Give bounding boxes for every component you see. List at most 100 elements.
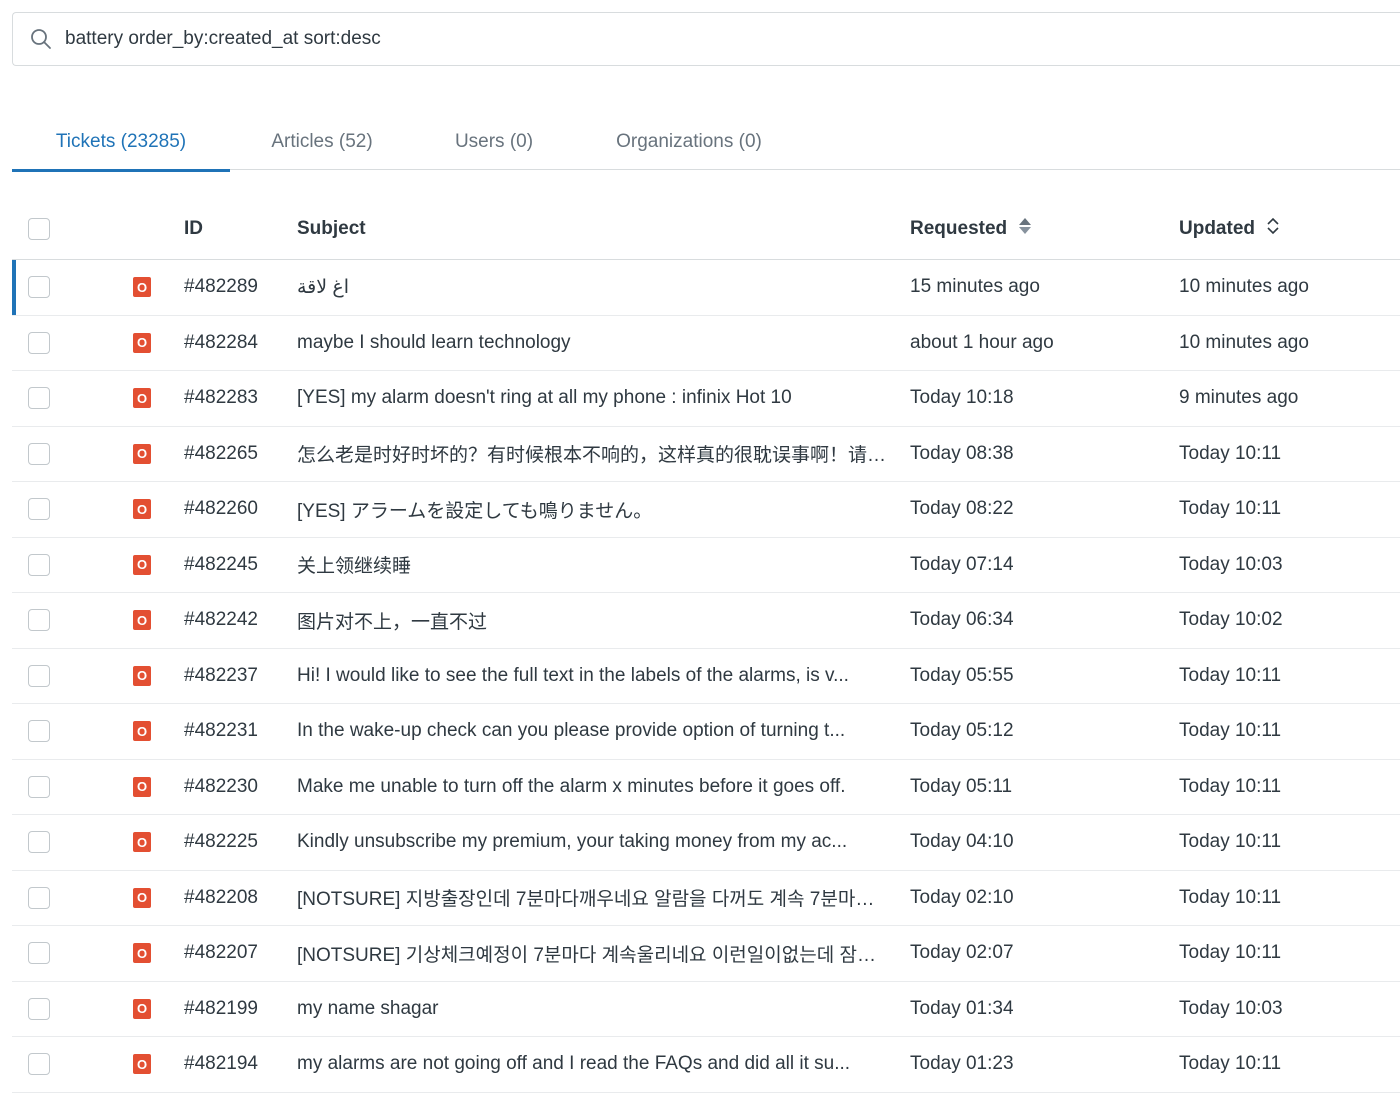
ticket-subject[interactable]: [YES] my alarm doesn't ring at all my ph… xyxy=(297,387,887,409)
ticket-requested: Today 01:23 xyxy=(910,1053,1014,1075)
ticket-subject[interactable]: In the wake-up check can you please prov… xyxy=(297,720,887,742)
ticket-subject[interactable]: my name shagar xyxy=(297,998,887,1020)
table-row[interactable]: O #482225 Kindly unsubscribe my premium, y… xyxy=(12,815,1400,871)
row-checkbox[interactable] xyxy=(28,276,50,299)
table-row[interactable]: O #482260 [YES] アラームを設定しても鳴りません。 Today 08:2… xyxy=(12,482,1400,538)
table-row[interactable]: O #482237 Hi! I would like to see the full… xyxy=(12,649,1400,704)
row-checkbox[interactable] xyxy=(28,942,50,965)
ticket-updated: Today 10:02 xyxy=(1179,609,1283,631)
ticket-id[interactable]: #482242 xyxy=(184,609,258,631)
tab-organizations[interactable]: Organizations (0) xyxy=(574,114,804,170)
row-checkbox[interactable] xyxy=(28,886,50,909)
status-cell: O xyxy=(133,332,151,353)
ticket-id[interactable]: #482208 xyxy=(184,887,258,909)
table-row[interactable]: O #482231 In the wake-up check can you ple… xyxy=(12,704,1400,760)
ticket-requested: Today 01:34 xyxy=(910,997,1014,1019)
table-row[interactable]: O #482207 [NOTSURE] 기상체크예정이 7분마다 계속울리네요 이런… xyxy=(12,926,1400,982)
column-header-requested[interactable]: Requested xyxy=(910,217,1032,241)
row-checkbox[interactable] xyxy=(28,775,50,798)
table-body: O #482289 اغ لاقة 15 minutes ago 10 minutes … xyxy=(12,260,1400,1093)
ticket-id[interactable]: #482230 xyxy=(184,776,258,798)
table-row[interactable]: O #482289 اغ لاقة 15 minutes ago 10 minutes … xyxy=(12,260,1400,316)
ticket-subject[interactable]: [NOTSURE] 지방출장인데 7분마다깨우네요 알람을 다꺼도 계속 7분마… xyxy=(297,884,887,911)
ticket-subject[interactable]: Hi! I would like to see the full text in… xyxy=(297,665,887,687)
column-header-label: Updated xyxy=(1179,218,1255,240)
row-checkbox[interactable] xyxy=(28,387,50,410)
ticket-id[interactable]: #482260 xyxy=(184,498,258,520)
tab-label: Articles (52) xyxy=(271,131,373,152)
status-cell: O xyxy=(133,887,151,908)
ticket-id[interactable]: #482289 xyxy=(184,276,258,298)
ticket-id[interactable]: #482245 xyxy=(184,554,258,576)
row-checkbox[interactable] xyxy=(28,498,50,521)
ticket-subject[interactable]: 怎么老是时好时坏的？有时候根本不响的，这样真的很耽误事啊！请一定... xyxy=(297,440,887,467)
ticket-subject[interactable]: Make me unable to turn off the alarm x m… xyxy=(297,776,887,798)
table-row[interactable]: O #482245 关上领继续睡 Today 07:14 Today 10:03 xyxy=(12,538,1400,593)
table-row[interactable]: O #482230 Make me unable to turn off the a… xyxy=(12,760,1400,815)
search-bar[interactable] xyxy=(12,12,1400,66)
row-checkbox[interactable] xyxy=(28,442,50,465)
ticket-id[interactable]: #482207 xyxy=(184,942,258,964)
ticket-subject[interactable]: [YES] アラームを設定しても鳴りません。 xyxy=(297,496,887,523)
row-select-cell xyxy=(28,609,50,632)
row-checkbox[interactable] xyxy=(28,997,50,1020)
row-checkbox[interactable] xyxy=(28,831,50,854)
row-checkbox[interactable] xyxy=(28,664,50,687)
ticket-id[interactable]: #482225 xyxy=(184,831,258,853)
ticket-requested: Today 08:38 xyxy=(910,442,1014,464)
row-select-cell xyxy=(28,276,50,299)
column-header-subject[interactable]: Subject xyxy=(297,218,887,240)
tab-tickets[interactable]: Tickets (23285) xyxy=(12,114,230,172)
ticket-subject[interactable]: 图片对不上，一直不过 xyxy=(297,607,887,634)
ticket-requested: Today 08:22 xyxy=(910,498,1014,520)
row-checkbox[interactable] xyxy=(28,1053,50,1076)
row-select-cell xyxy=(28,942,50,965)
table-row[interactable]: O #482199 my name shagar Today 01:34 Today 1… xyxy=(12,982,1400,1037)
ticket-subject[interactable]: my alarms are not going off and I read t… xyxy=(297,1053,887,1075)
status-badge: O xyxy=(133,887,151,908)
status-cell: O xyxy=(133,998,151,1019)
status-cell: O xyxy=(133,832,151,853)
column-header-updated[interactable]: Updated xyxy=(1179,217,1280,241)
row-checkbox[interactable] xyxy=(28,720,50,743)
select-all-checkbox[interactable] xyxy=(28,218,50,240)
ticket-updated: Today 10:11 xyxy=(1179,1053,1282,1075)
ticket-id[interactable]: #482283 xyxy=(184,387,258,409)
row-checkbox[interactable] xyxy=(28,609,50,632)
tab-articles[interactable]: Articles (52) xyxy=(230,114,414,170)
ticket-subject[interactable]: اغ لاقة xyxy=(297,276,887,299)
table-row[interactable]: O #482208 [NOTSURE] 지방출장인데 7분마다깨우네요 알람을 다꺼… xyxy=(12,871,1400,926)
ticket-id[interactable]: #482231 xyxy=(184,720,258,742)
table-row[interactable]: O #482283 [YES] my alarm doesn't ring at a… xyxy=(12,371,1400,427)
ticket-subject[interactable]: Kindly unsubscribe my premium, your taki… xyxy=(297,831,887,853)
ticket-id[interactable]: #482284 xyxy=(184,332,258,354)
ticket-id[interactable]: #482237 xyxy=(184,665,258,687)
ticket-id[interactable]: #482194 xyxy=(184,1053,258,1075)
status-badge: O xyxy=(133,721,151,742)
status-cell: O xyxy=(133,554,151,575)
table-row[interactable]: O #482242 图片对不上，一直不过 Today 06:34 Today 10:02 xyxy=(12,593,1400,649)
status-cell: O xyxy=(133,665,151,686)
ticket-requested: Today 05:55 xyxy=(910,664,1014,686)
tab-label: Users (0) xyxy=(454,131,534,152)
ticket-requested: Today 02:07 xyxy=(910,942,1014,964)
table-row[interactable]: O #482194 my alarms are not going off and … xyxy=(12,1037,1400,1093)
ticket-subject[interactable]: [NOTSURE] 기상체크예정이 7분마다 계속울리네요 이런일이없는데 잠못… xyxy=(297,940,887,967)
search-input[interactable] xyxy=(63,27,1263,51)
ticket-subject[interactable]: maybe I should learn technology xyxy=(297,332,887,354)
sort-icon xyxy=(1266,217,1280,241)
ticket-subject[interactable]: 关上领继续睡 xyxy=(297,551,887,578)
row-checkbox[interactable] xyxy=(28,553,50,576)
status-cell: O xyxy=(133,499,151,520)
ticket-id[interactable]: #482265 xyxy=(184,443,258,465)
ticket-updated: Today 10:11 xyxy=(1179,720,1282,742)
tab-users[interactable]: Users (0) xyxy=(414,114,574,170)
table-row[interactable]: O #482265 怎么老是时好时坏的？有时候根本不响的，这样真的很耽误事啊！请一定… xyxy=(12,427,1400,482)
table-row[interactable]: O #482284 maybe I should learn technology a… xyxy=(12,316,1400,371)
status-badge: O xyxy=(133,665,151,686)
ticket-updated: 9 minutes ago xyxy=(1179,387,1299,409)
ticket-updated: Today 10:03 xyxy=(1179,553,1283,575)
column-header-id[interactable]: ID xyxy=(184,218,203,240)
ticket-id[interactable]: #482199 xyxy=(184,998,258,1020)
row-checkbox[interactable] xyxy=(28,331,50,354)
